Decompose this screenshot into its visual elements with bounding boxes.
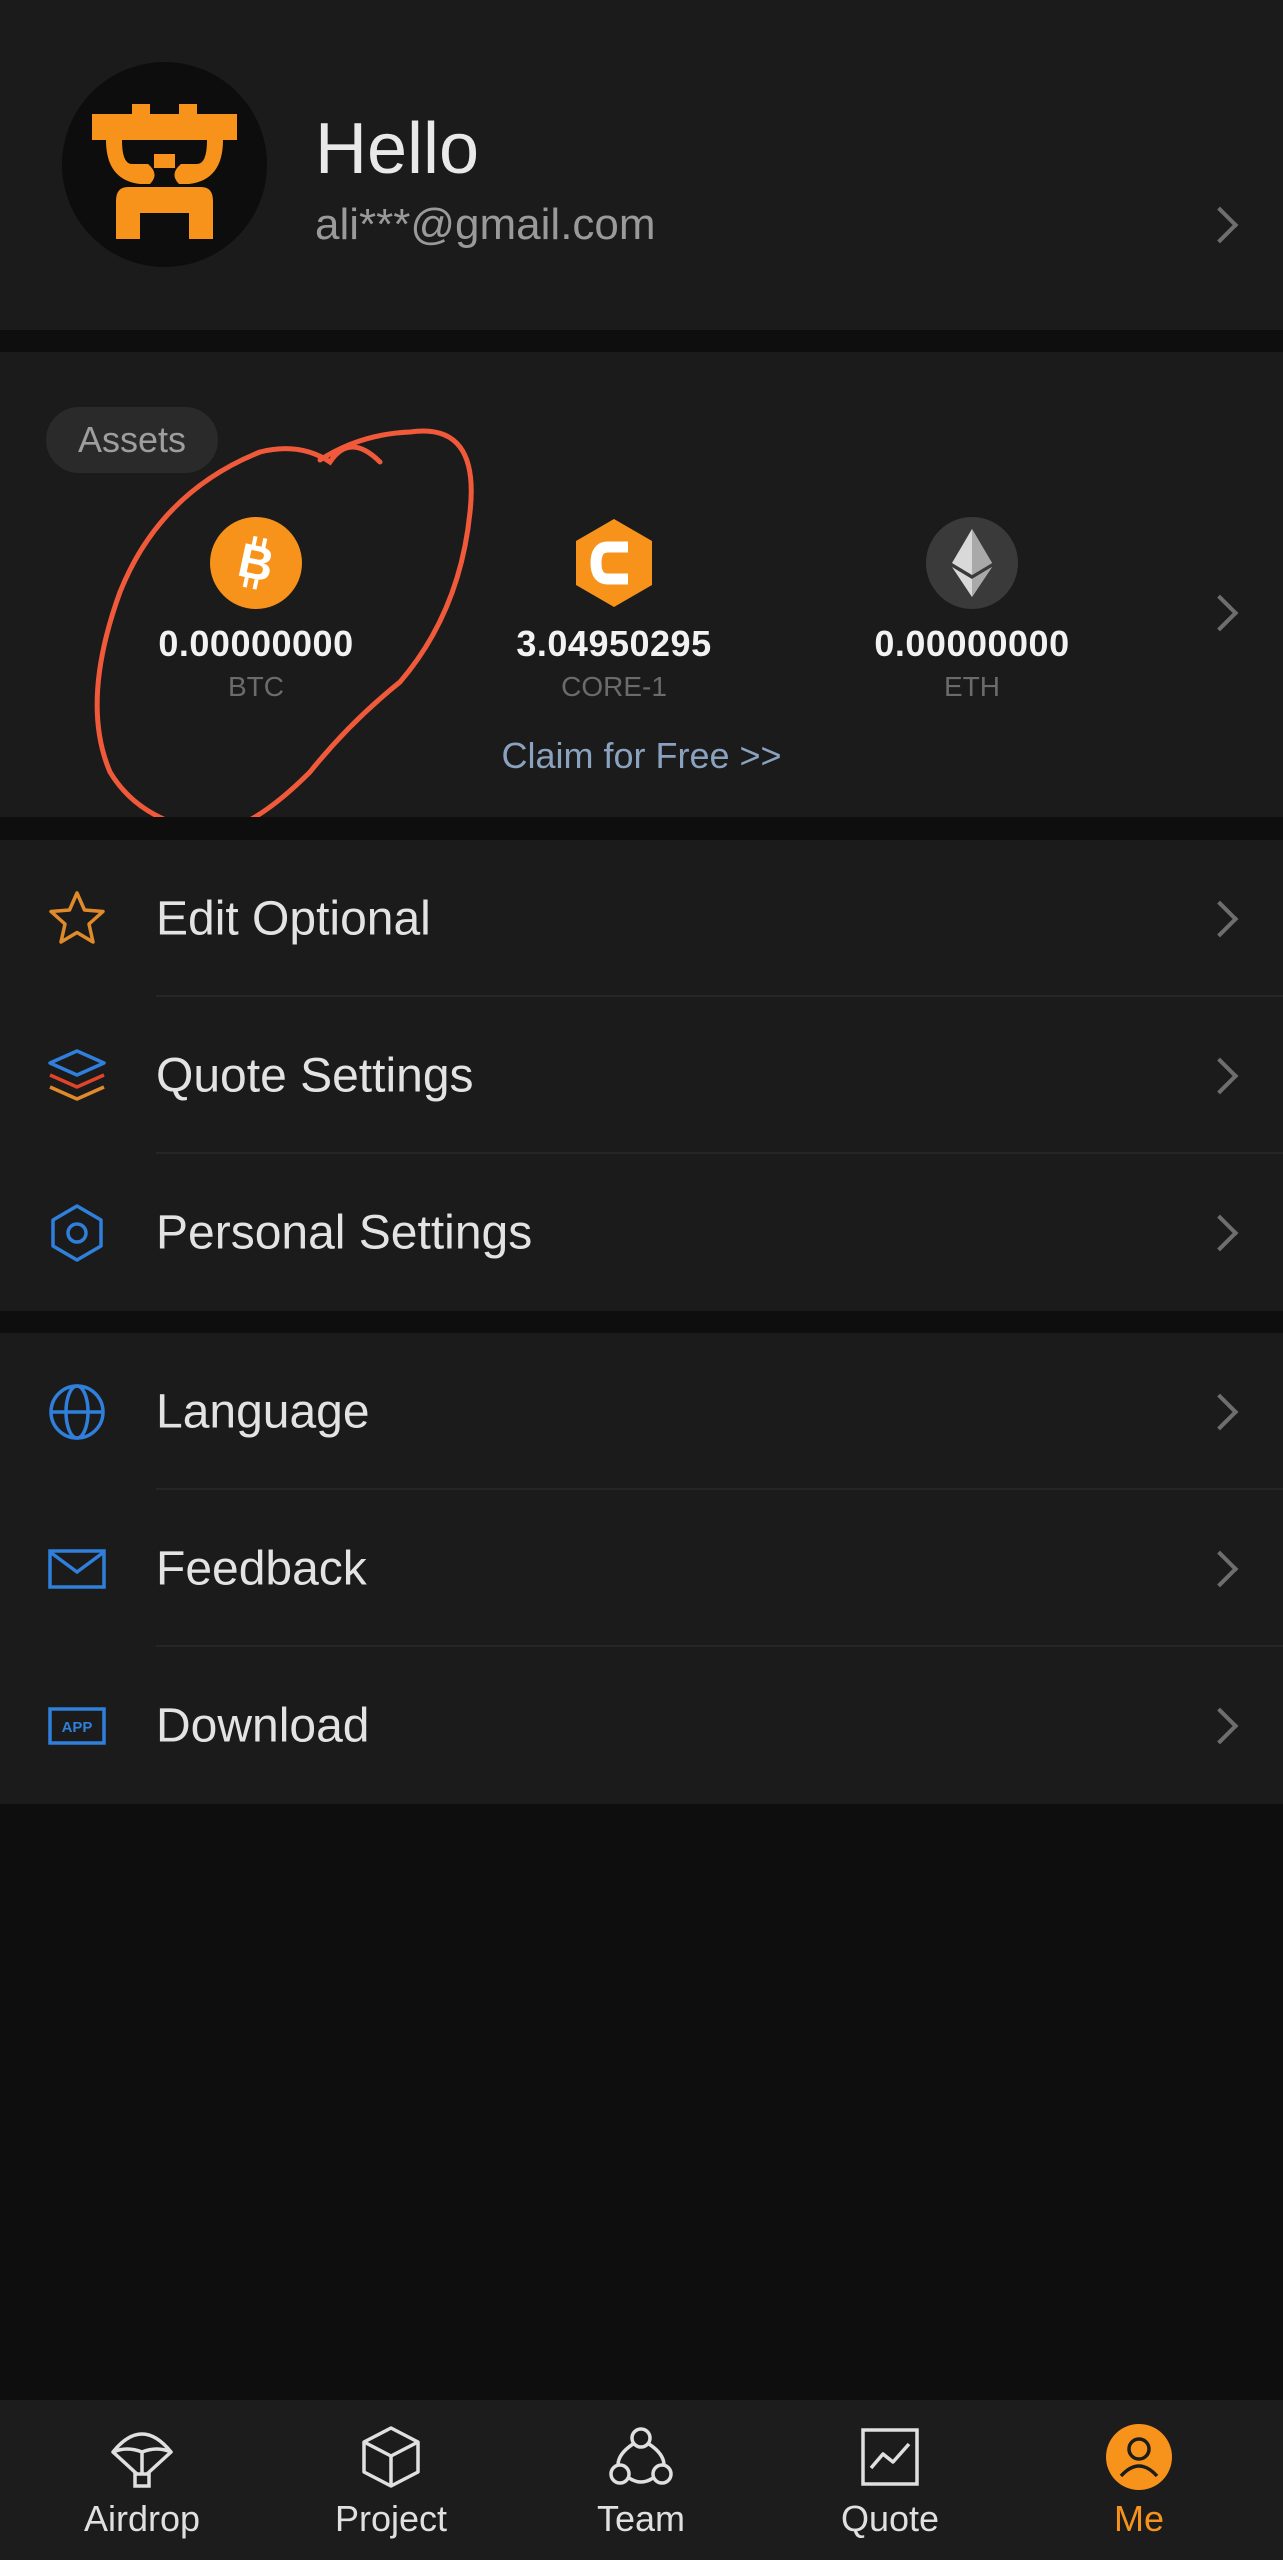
chevron-right-icon <box>1201 1707 1239 1745</box>
assets-card[interactable]: Assets B 0.00000000 BTC 3.04950295 CORE-… <box>0 352 1283 817</box>
nav-project[interactable]: Project <box>291 2400 491 2560</box>
bitcoin-icon: B <box>210 517 302 609</box>
nav-label: Team <box>596 2498 686 2539</box>
nav-label: Me <box>1113 2498 1164 2539</box>
nav-label: Project <box>334 2498 448 2539</box>
menu-item-download[interactable]: APP Download <box>0 1647 1283 1804</box>
btc-symbol: BTC <box>228 671 284 702</box>
nav-label: Airdrop <box>83 2498 201 2539</box>
menu-label: Language <box>156 1385 370 1438</box>
menu-label: Quote Settings <box>156 1049 474 1102</box>
greeting: Hello <box>315 109 480 189</box>
chevron-right-icon <box>1201 1214 1239 1252</box>
profile-header[interactable]: Hello ali***@gmail.com <box>0 0 1283 330</box>
chevron-right-icon[interactable] <box>1201 206 1239 244</box>
app-icon: APP <box>46 1695 108 1757</box>
menu-label: Edit Optional <box>156 892 431 945</box>
chevron-right-icon[interactable] <box>1201 594 1239 632</box>
asset-eth[interactable]: 0.00000000 ETH <box>822 517 1122 703</box>
star-icon <box>46 888 108 950</box>
svg-text:APP: APP <box>62 1719 93 1736</box>
nav-me[interactable]: Me <box>1039 2400 1239 2560</box>
core-amount: 3.04950295 <box>516 623 712 664</box>
chevron-right-icon <box>1201 1550 1239 1588</box>
menu-label: Download <box>156 1699 370 1752</box>
menu-group-1: Edit Optional Quote Settings Personal Se… <box>0 840 1283 1311</box>
team-icon <box>606 2422 676 2492</box>
mail-icon <box>46 1538 108 1600</box>
bottom-nav: Airdrop Project Team Quote Me <box>0 2400 1283 2560</box>
ethereum-icon <box>926 517 1018 609</box>
chart-icon <box>855 2422 925 2492</box>
avatar <box>62 62 267 267</box>
hexagon-settings-icon <box>46 1202 108 1264</box>
core-icon <box>568 517 660 609</box>
chevron-right-icon <box>1201 900 1239 938</box>
asset-core[interactable]: 3.04950295 CORE-1 <box>464 517 764 703</box>
menu-item-edit-optional[interactable]: Edit Optional <box>0 840 1283 997</box>
menu-group-2: Language Feedback APP Download <box>0 1333 1283 1804</box>
cube-icon <box>356 2422 426 2492</box>
chevron-right-icon <box>1201 1393 1239 1431</box>
menu-item-personal-settings[interactable]: Personal Settings <box>0 1154 1283 1311</box>
parachute-icon <box>107 2422 177 2492</box>
globe-icon <box>46 1381 108 1443</box>
user-icon <box>1104 2422 1174 2492</box>
menu-label: Personal Settings <box>156 1206 533 1259</box>
menu-label: Feedback <box>156 1542 367 1595</box>
eth-amount: 0.00000000 <box>874 623 1070 664</box>
assets-tag: Assets <box>46 407 219 473</box>
chevron-right-icon <box>1201 1057 1239 1095</box>
menu-item-quote-settings[interactable]: Quote Settings <box>0 997 1283 1154</box>
eth-symbol: ETH <box>944 671 1000 702</box>
nav-quote[interactable]: Quote <box>790 2400 990 2560</box>
claim-free-link[interactable]: Claim for Free >> <box>0 735 1283 777</box>
core-symbol: CORE-1 <box>561 671 667 702</box>
asset-btc[interactable]: B 0.00000000 BTC <box>106 517 406 703</box>
nav-team[interactable]: Team <box>541 2400 741 2560</box>
user-email: ali***@gmail.com <box>315 200 656 249</box>
menu-item-language[interactable]: Language <box>0 1333 1283 1490</box>
nav-airdrop[interactable]: Airdrop <box>42 2400 242 2560</box>
btc-amount: 0.00000000 <box>158 623 354 664</box>
menu-item-feedback[interactable]: Feedback <box>0 1490 1283 1647</box>
nav-label: Quote <box>840 2498 940 2539</box>
layers-icon <box>46 1045 108 1107</box>
